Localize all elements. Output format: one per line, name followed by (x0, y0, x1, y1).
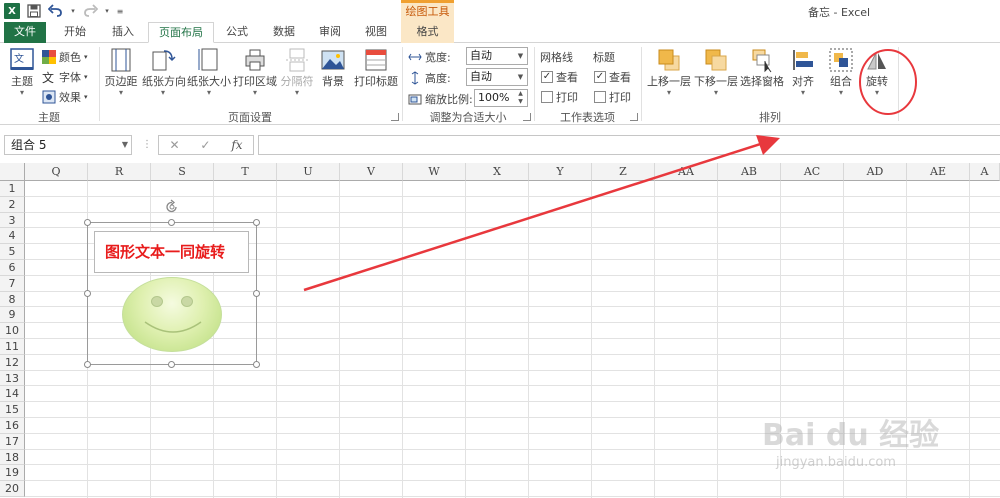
annotation-arrow-line (303, 139, 771, 292)
annotation-circle (859, 49, 917, 115)
baidu-watermark: Bai du 经验 (762, 418, 940, 453)
baidu-watermark-url: jingyan.baidu.com (776, 455, 896, 470)
annotation-arrowhead (756, 135, 780, 155)
